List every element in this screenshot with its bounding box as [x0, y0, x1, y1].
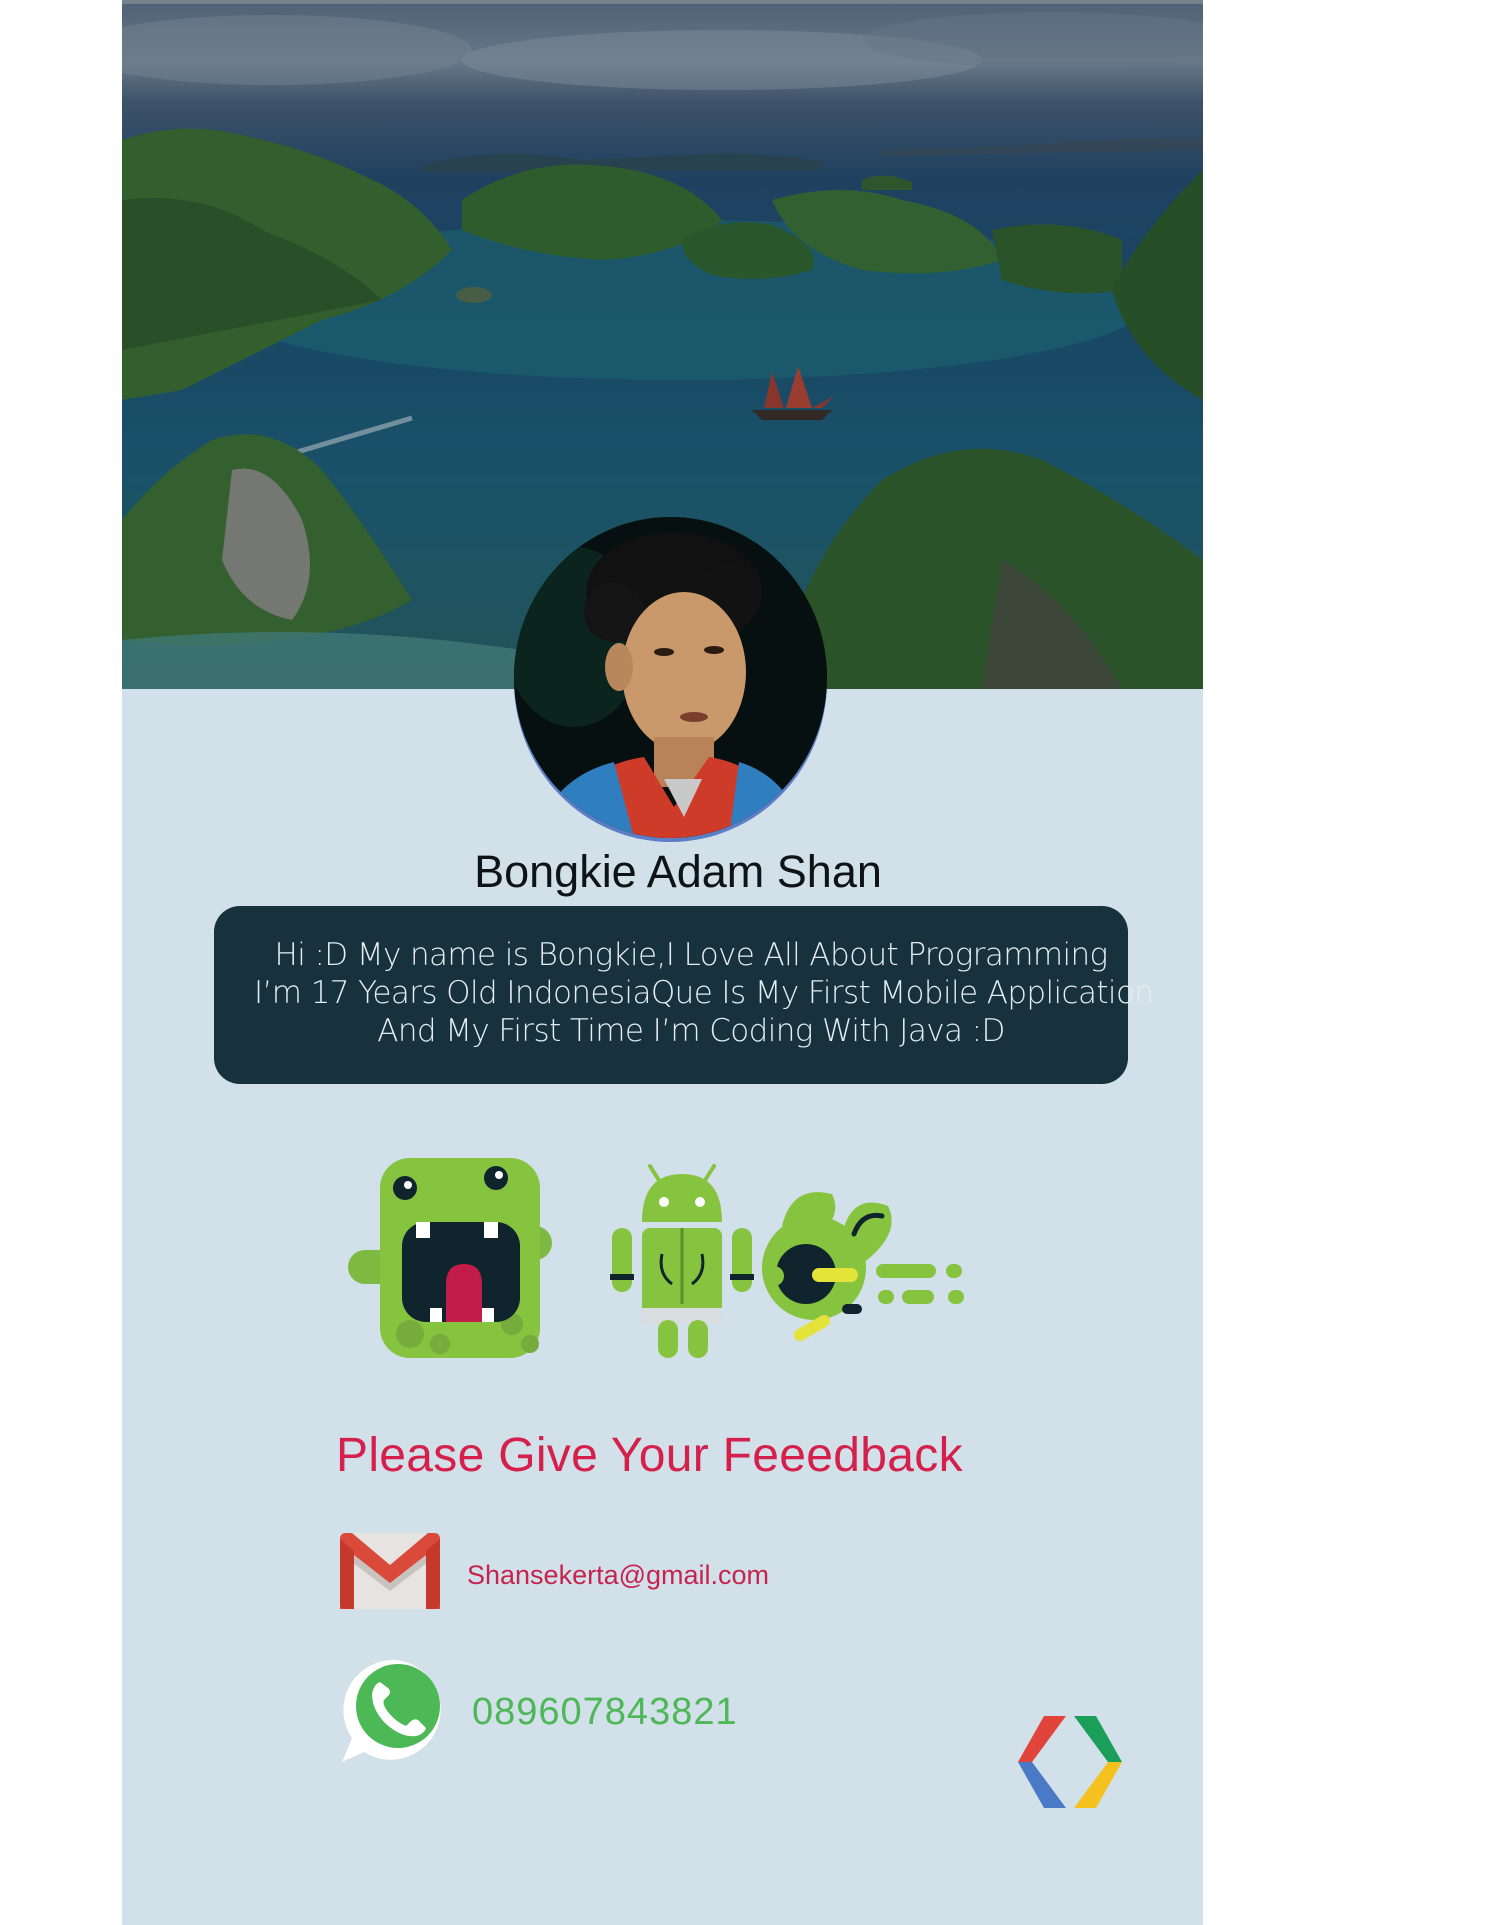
bio-card: Hi :D My name is Bongkie,I Love All Abou… [214, 906, 1154, 1084]
google-developers-icon [1018, 1716, 1122, 1808]
profile-avatar [514, 517, 827, 838]
green-monster-icon [348, 1158, 552, 1358]
android-robot-icon [610, 1164, 754, 1358]
profile-name: Bongkie Adam Shan [474, 846, 882, 897]
mascots-illustration [348, 1158, 964, 1358]
gmail-icon[interactable] [340, 1533, 440, 1609]
feedback-heading: Please Give Your Feeedback [336, 1429, 963, 1482]
bio-line: Hi :D My name is Bongkie,I Love All Abou… [274, 937, 1108, 973]
email-link[interactable]: Shansekerta@gmail.com [467, 1560, 769, 1591]
phone-link[interactable]: 089607843821 [472, 1691, 738, 1734]
whatsapp-icon[interactable] [340, 1654, 452, 1766]
profile-screen: Bongkie Adam Shan Hi :D My name is Bongk… [122, 0, 1203, 1925]
green-bird-icon [762, 1192, 964, 1341]
bio-line: And My First Time I’m Coding With Java :… [377, 1013, 1005, 1049]
bio-line: I’m 17 Years Old IndonesiaQue Is My Firs… [254, 975, 1154, 1011]
